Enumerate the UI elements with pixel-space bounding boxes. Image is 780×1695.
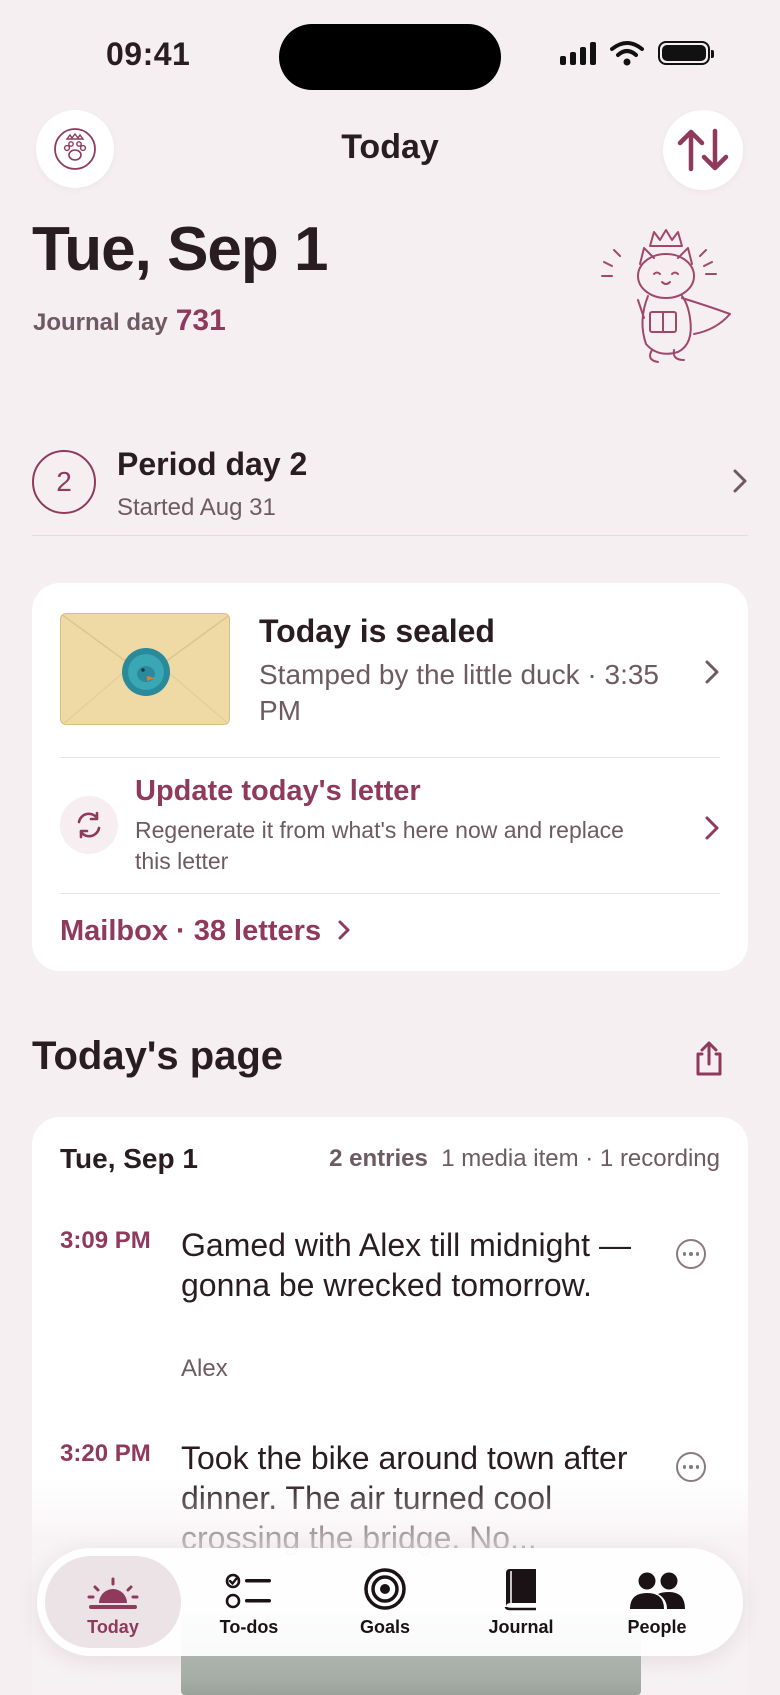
target-icon (364, 1568, 406, 1610)
section-title: Today's page (32, 1034, 284, 1078)
chevron-right-icon[interactable] (704, 815, 720, 841)
journal-day-label: Journal day (33, 309, 168, 336)
sunrise-icon (87, 1577, 139, 1609)
sort-button[interactable] (663, 110, 743, 190)
envelope-icon (61, 614, 229, 724)
tab-label: Journal (488, 1617, 554, 1637)
period-subtitle: Started Aug 31 (117, 494, 276, 521)
refresh-icon (60, 796, 118, 854)
chevron-right-icon (733, 469, 747, 493)
period-day-badge: 2 (32, 450, 96, 514)
sort-arrows-icon (677, 128, 729, 172)
checklist-icon (225, 1573, 271, 1609)
sealed-letter-card: Today is sealed Stamped by the little du… (32, 583, 748, 971)
divider (60, 893, 720, 894)
update-letter-title[interactable]: Update today's letter (135, 775, 421, 808)
media-summary: 1 media item · 1 recording (441, 1145, 720, 1172)
tab-to-dos[interactable]: To-dos (181, 1556, 317, 1648)
entry-time: 3:09 PM (60, 1227, 151, 1254)
book-icon (504, 1569, 536, 1611)
dynamic-island (279, 24, 501, 90)
sealed-subtitle: Stamped by the little duck · 3:35 PM (259, 659, 659, 726)
chevron-right-icon (338, 920, 350, 940)
journal-day-number: 731 (175, 304, 226, 337)
chevron-right-icon[interactable] (704, 659, 720, 685)
page-date: Tue, Sep 1 (60, 1143, 198, 1174)
share-icon[interactable] (690, 1040, 728, 1078)
page-meta: 2 entries 1 media item · 1 recording (329, 1145, 720, 1173)
update-letter-subtitle: Regenerate it from what's here now and r… (135, 817, 624, 874)
tab-goals[interactable]: Goals (317, 1556, 453, 1648)
divider (60, 757, 720, 758)
period-row[interactable]: 2 Period day 2 Started Aug 31 (32, 446, 748, 536)
signal-icon (560, 41, 596, 65)
wifi-icon (610, 41, 644, 66)
tab-label: To-dos (219, 1617, 279, 1637)
current-date: Tue, Sep 1 (32, 215, 328, 284)
tab-label: People (627, 1617, 687, 1637)
entry-text[interactable]: Gamed with Alex till midnight — gonna be… (181, 1225, 641, 1305)
envelope-image[interactable] (60, 613, 230, 725)
battery-icon (658, 41, 714, 65)
status-icons (560, 40, 714, 66)
tab-today[interactable]: Today (45, 1556, 181, 1648)
entry-time: 3:20 PM (60, 1440, 151, 1467)
tab-people[interactable]: People (589, 1556, 725, 1648)
cat-mascot-illustration (601, 229, 731, 363)
mailbox-link[interactable]: Mailbox · 38 letters (60, 915, 351, 948)
period-title: Period day 2 (117, 446, 308, 482)
tab-label: Goals (359, 1617, 411, 1637)
people-icon (630, 1572, 685, 1609)
more-options-icon[interactable] (676, 1239, 706, 1269)
tab-journal[interactable]: Journal (453, 1556, 589, 1648)
journal-day: Journal day 731 (33, 304, 226, 338)
entry-person-tag[interactable]: Alex (181, 1355, 228, 1383)
entries-count: 2 entries (329, 1145, 428, 1172)
more-options-icon[interactable] (676, 1452, 706, 1482)
tab-label: Today (87, 1617, 139, 1637)
mailbox-label: Mailbox · 38 letters (60, 915, 322, 947)
sealed-title: Today is sealed (259, 613, 495, 649)
status-time: 09:41 (106, 36, 191, 72)
tab-bar: Today To-dos Goals Journal People (37, 1548, 743, 1656)
